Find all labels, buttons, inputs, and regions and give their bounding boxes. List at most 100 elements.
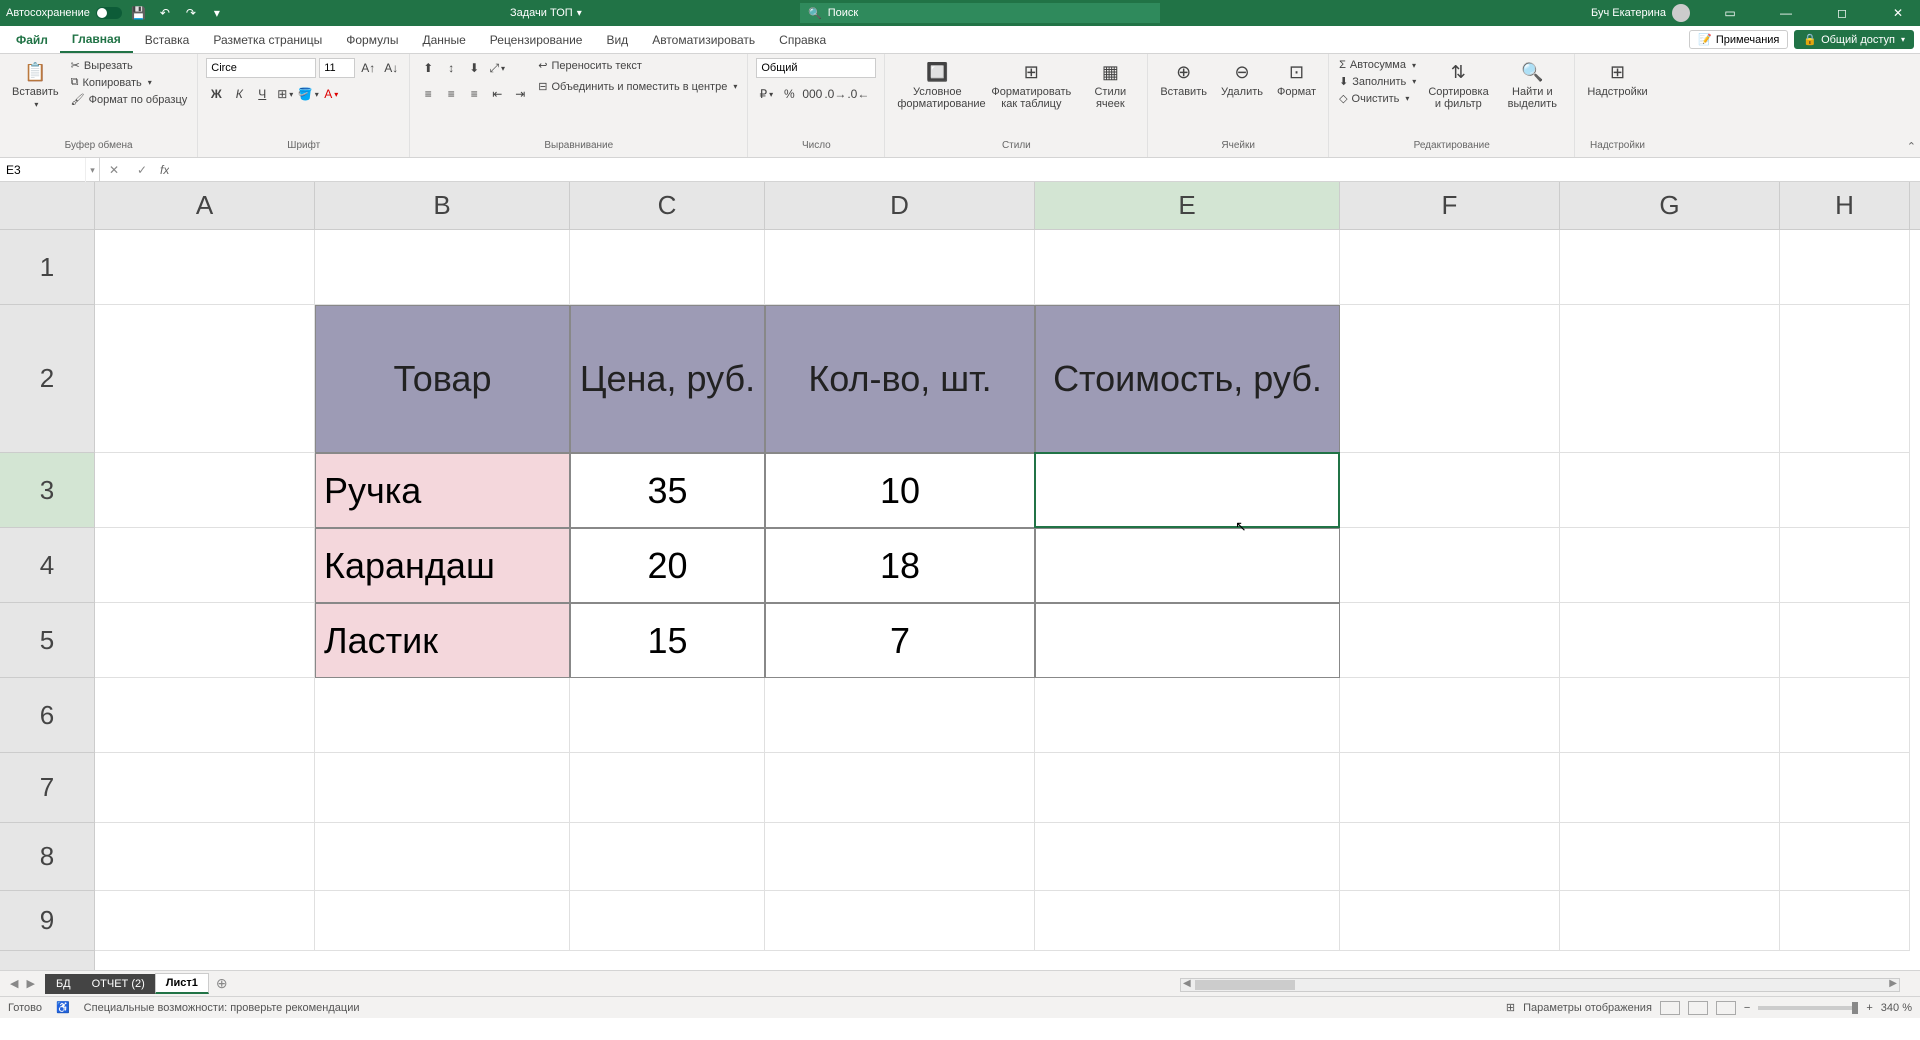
table-header-4[interactable]: Стоимость, руб.	[1035, 305, 1340, 453]
tab-layout[interactable]: Разметка страницы	[201, 26, 334, 53]
sheet-tab-bd[interactable]: БД	[45, 974, 82, 994]
cell-G5[interactable]	[1560, 603, 1780, 678]
table-cost-3[interactable]	[1035, 603, 1340, 678]
cell-styles-button[interactable]: ▦Стили ячеек	[1081, 58, 1139, 140]
document-name[interactable]: Задачи ТОП ▾	[510, 7, 582, 19]
cell-D6[interactable]	[765, 678, 1035, 753]
cell-A8[interactable]	[95, 823, 315, 891]
name-box[interactable]: ▾	[0, 158, 100, 181]
cut-button[interactable]: ✂Вырезать	[69, 58, 190, 73]
row-header-9[interactable]: 9	[0, 891, 94, 951]
page-layout-view-icon[interactable]	[1688, 1001, 1708, 1015]
page-break-view-icon[interactable]	[1716, 1001, 1736, 1015]
cell-D8[interactable]	[765, 823, 1035, 891]
row-header-2[interactable]: 2	[0, 305, 94, 453]
column-header-A[interactable]: A	[95, 182, 315, 229]
cell-G8[interactable]	[1560, 823, 1780, 891]
row-header-5[interactable]: 5	[0, 603, 94, 678]
cell-C8[interactable]	[570, 823, 765, 891]
cell-B8[interactable]	[315, 823, 570, 891]
collapse-ribbon-icon[interactable]: ⌃	[1907, 140, 1916, 153]
decrease-indent-icon[interactable]: ⇤	[487, 84, 507, 104]
cell-E8[interactable]	[1035, 823, 1340, 891]
table-header-2[interactable]: Цена, руб.	[570, 305, 765, 453]
tab-formulas[interactable]: Формулы	[334, 26, 410, 53]
cell-G1[interactable]	[1560, 230, 1780, 305]
sheet-nav-prev-icon[interactable]: ◀	[10, 977, 18, 990]
table-rowlabel-1[interactable]: Ручка	[315, 453, 570, 528]
sheet-nav-next-icon[interactable]: ▶	[26, 977, 34, 990]
conditional-formatting-button[interactable]: 🔲Условное форматирование	[893, 58, 981, 140]
increase-font-icon[interactable]: A↑	[358, 58, 378, 78]
find-select-button[interactable]: 🔍Найти и выделить	[1498, 58, 1566, 140]
cell-C6[interactable]	[570, 678, 765, 753]
zoom-out-icon[interactable]: −	[1744, 1002, 1750, 1014]
cell-H9[interactable]	[1780, 891, 1910, 951]
cell-F9[interactable]	[1340, 891, 1560, 951]
cell-G3[interactable]	[1560, 453, 1780, 528]
comments-button[interactable]: 📝Примечания	[1689, 30, 1788, 49]
horizontal-scrollbar[interactable]: ◀ ▶	[1180, 978, 1900, 992]
scrollbar-thumb[interactable]	[1195, 980, 1295, 990]
row-header-3[interactable]: 3	[0, 453, 94, 528]
undo-icon[interactable]: ↶	[156, 4, 174, 22]
column-header-C[interactable]: C	[570, 182, 765, 229]
cell-A7[interactable]	[95, 753, 315, 823]
align-top-icon[interactable]: ⬆	[418, 58, 438, 78]
table-qty-3[interactable]: 7	[765, 603, 1035, 678]
italic-button[interactable]: К	[229, 84, 249, 104]
table-header-1[interactable]: Товар	[315, 305, 570, 453]
cell-D9[interactable]	[765, 891, 1035, 951]
format-cells-button[interactable]: ⊡Формат	[1273, 58, 1320, 140]
table-qty-2[interactable]: 18	[765, 528, 1035, 603]
cell-H4[interactable]	[1780, 528, 1910, 603]
bold-button[interactable]: Ж	[206, 84, 226, 104]
border-button[interactable]: ⊞▾	[275, 84, 295, 104]
table-qty-1[interactable]: 10	[765, 453, 1035, 528]
cell-A2[interactable]	[95, 305, 315, 453]
decrease-font-icon[interactable]: A↓	[381, 58, 401, 78]
align-bottom-icon[interactable]: ⬇	[464, 58, 484, 78]
paste-button[interactable]: 📋 Вставить ▾	[8, 58, 63, 140]
tab-data[interactable]: Данные	[410, 26, 477, 53]
cell-A6[interactable]	[95, 678, 315, 753]
cell-C1[interactable]	[570, 230, 765, 305]
currency-icon[interactable]: ₽▾	[756, 84, 776, 104]
tab-insert[interactable]: Вставка	[133, 26, 202, 53]
column-header-H[interactable]: H	[1780, 182, 1910, 229]
table-cost-1[interactable]	[1035, 453, 1340, 528]
cell-F1[interactable]	[1340, 230, 1560, 305]
cancel-formula-icon[interactable]: ✕	[100, 163, 128, 177]
autosave-toggle[interactable]: Автосохранение	[6, 7, 122, 19]
row-header-1[interactable]: 1	[0, 230, 94, 305]
format-as-table-button[interactable]: ⊞Форматировать как таблицу	[987, 58, 1075, 140]
cell-B6[interactable]	[315, 678, 570, 753]
cell-F2[interactable]	[1340, 305, 1560, 453]
select-all-corner[interactable]	[0, 182, 95, 229]
tab-view[interactable]: Вид	[594, 26, 640, 53]
sheet-tab-sheet1[interactable]: Лист1	[155, 973, 209, 994]
name-box-input[interactable]	[0, 163, 85, 177]
cell-H2[interactable]	[1780, 305, 1910, 453]
add-sheet-button[interactable]: ⊕	[208, 975, 236, 992]
font-color-button[interactable]: A▾	[321, 84, 341, 104]
table-price-2[interactable]: 20	[570, 528, 765, 603]
cell-E6[interactable]	[1035, 678, 1340, 753]
clear-button[interactable]: ◇Очистить▾	[1337, 91, 1418, 106]
number-format-combo[interactable]	[756, 58, 876, 78]
cell-B7[interactable]	[315, 753, 570, 823]
search-box[interactable]: 🔍 Поиск	[800, 3, 1160, 23]
cell-G9[interactable]	[1560, 891, 1780, 951]
column-header-E[interactable]: E	[1035, 182, 1340, 229]
wrap-text-button[interactable]: ↩Переносить текст	[536, 58, 739, 73]
cell-A3[interactable]	[95, 453, 315, 528]
row-header-7[interactable]: 7	[0, 753, 94, 823]
underline-button[interactable]: Ч	[252, 84, 272, 104]
user-account[interactable]: Буч Екатерина	[1591, 4, 1696, 22]
table-cost-2[interactable]	[1035, 528, 1340, 603]
addins-button[interactable]: ⊞Надстройки	[1583, 58, 1651, 140]
cell-A9[interactable]	[95, 891, 315, 951]
tab-help[interactable]: Справка	[767, 26, 838, 53]
display-settings-button[interactable]: Параметры отображения	[1523, 1002, 1652, 1014]
cell-G2[interactable]	[1560, 305, 1780, 453]
